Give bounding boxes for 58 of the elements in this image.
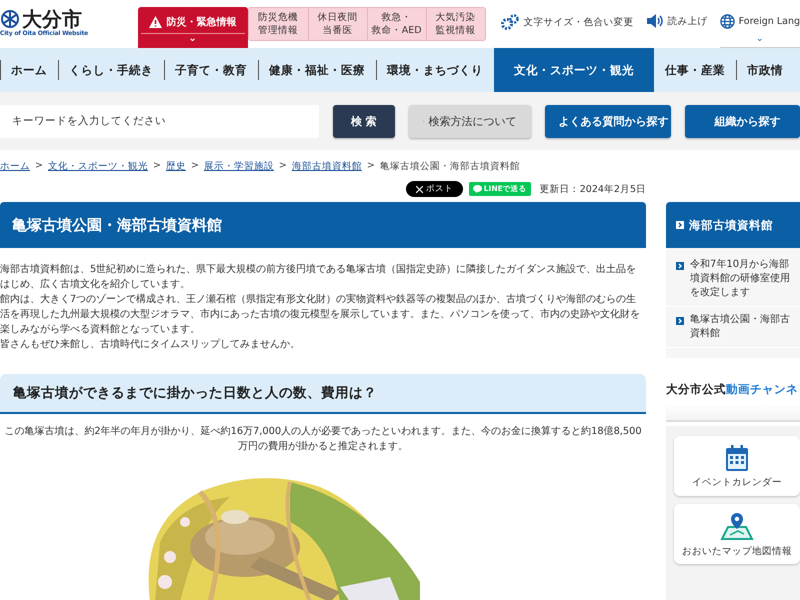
breadcrumb-separator: > [190,160,199,173]
quick-link-button[interactable]: 休日夜間 当番医 [308,8,367,40]
nav-tab[interactable]: 仕事・産業 [654,48,736,92]
breadcrumb-separator: > [152,160,161,173]
section-paragraph: この亀塚古墳は、約2年半の年月が掛かり、延べ約16万7,000人の人が必要であったといわれます。また、今のお金に換算すると約18億8,500万円の費用が掛かると推定されます。 [3,424,643,454]
organization-search-button[interactable]: 組織から探す [684,104,800,138]
page-title: 亀塚古墳公園・海部古墳資料館 [0,202,646,248]
sidebar-link[interactable]: 亀塚古墳公園・海部古 資料館 [690,313,790,341]
sidebar-link[interactable]: 令和7年10月から海部 墳資料館の研修室使用 を改定します [690,258,790,300]
breadcrumb-separator: > [35,160,43,173]
display-settings-button[interactable]: 文字サイズ・色合い変更 [500,14,634,48]
chevron-icon [676,221,684,229]
chevron-icon [676,317,684,325]
nav-tab[interactable]: 文化・スポーツ・観光 [494,48,654,92]
breadcrumb-link[interactable]: 歴史 [166,160,186,178]
body-paragraph: 皆さんもぜひ来館し、古墳時代にタイムスリップしてみませんか。 [0,338,301,352]
nav-tab[interactable]: くらし・手続き [58,48,164,92]
video-channel-banner[interactable]: 大分市公式動画チャンネ [666,380,800,422]
breadcrumb-link[interactable]: ホーム [0,160,30,178]
sidebar-heading-text: 海部古墳資料館 [689,218,773,232]
chevron-icon [676,262,684,270]
quick-link-button[interactable]: 救急・ 救命・AED [366,8,426,40]
x-post-button[interactable]: ポスト [406,181,463,197]
nav-tab[interactable]: ホーム [0,48,58,92]
gear-icon [500,14,520,30]
event-calendar-card[interactable]: イベントカレンダー [674,436,800,496]
nav-tab[interactable]: 健康・福祉・医療 [258,48,376,92]
nav-tab[interactable]: 子育て・教育 [164,48,258,92]
keyword-search-field[interactable]: キーワードを入力してください [0,104,319,138]
globe-icon [720,14,735,29]
warning-icon [148,16,162,28]
emergency-button[interactable]: 防災・緊急情報 ⌄ [138,7,248,48]
body-paragraph: 海部古墳資料館は、5世紀初めに造られた、県下最大規模の前方後円墳である亀塚古墳（国指定史跡）に隣接したガイダンス施設で、出土品をはじめ、広く古墳文化を紹介しています。 [0,262,638,292]
speaker-icon [646,14,664,28]
nav-tab[interactable]: 環境・まちづくり [376,48,494,92]
nav-tab[interactable]: 市政情 [736,48,794,92]
search-help-button[interactable]: 検索方法について [408,104,531,138]
breadcrumb-link[interactable]: 海部古墳資料館 [292,160,362,178]
breadcrumb-current: 亀塚古墳公園・海部古墳資料館 [380,160,520,174]
logo-title[interactable]: 大分市 [22,8,82,30]
chat-bubble-icon [472,185,482,193]
body-paragraph: 館内は、大きく7つのゾーンで構成され、王ノ瀬石棺（県指定有形文化財）の実物資料や鉄器等の複製品のほか、古墳づくりや海部のむらの生活を再現した九州最大規模の大型ジオラマ、市内にあった古墳の復元模型を展示しています。また、パソコンを使って、市内の史跡や文化財を楽しみながら学べる資料館となっています。 [0,292,641,337]
quick-link-button[interactable]: 大気汚染 監視情報 [426,8,485,40]
section-heading: 亀塚古墳ができるまでに掛かった日数と人の数、費用は？ [0,374,646,414]
faq-search-button[interactable]: よくある質問から探す [544,104,671,138]
updated-date: 更新日：2024年2月5日 [540,182,646,196]
search-button[interactable]: 検 索 [332,104,395,138]
read-aloud-button[interactable]: 読み上げ [646,14,708,48]
map-pin-icon [720,510,754,540]
breadcrumb-separator: > [366,160,375,173]
x-logo-icon [416,186,423,192]
breadcrumb-link[interactable]: 展示・学習施設 [204,160,274,178]
city-emblem-icon [0,9,20,29]
quick-link-button[interactable]: 防災危機 管理情報 [248,8,308,40]
map-info-card[interactable]: おおいたマップ地図情報 [674,504,800,564]
calendar-icon [725,444,749,472]
breadcrumb-link[interactable]: 文化・スポーツ・観光 [48,160,148,178]
breadcrumb-separator: > [278,160,287,173]
